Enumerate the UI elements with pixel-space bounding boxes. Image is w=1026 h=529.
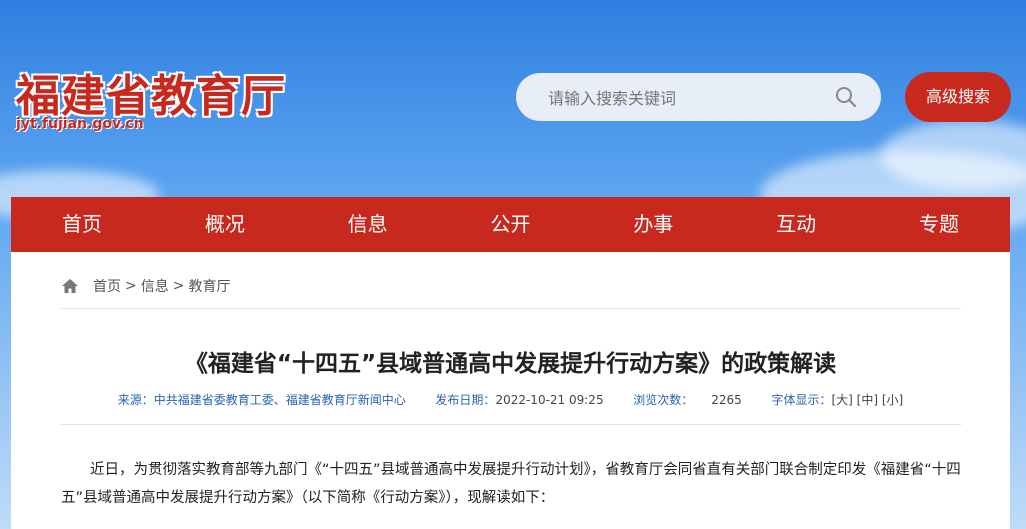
divider [61,424,961,425]
nav-item-interaction[interactable]: 互动 [765,197,827,252]
search-box [516,73,881,123]
advanced-search-button[interactable]: 高级搜索 [905,72,1011,122]
site-logo[interactable]: 福建省教育厅 [16,60,286,124]
search-icon[interactable] [835,86,857,108]
nav-item-info[interactable]: 信息 [337,197,399,252]
nav-item-services[interactable]: 办事 [622,197,684,252]
nav-item-topics[interactable]: 专题 [908,197,970,252]
nav-item-home[interactable]: 首页 [51,197,113,252]
nav-item-overview[interactable]: 概况 [194,197,256,252]
breadcrumb-home[interactable]: 首页 [93,276,121,296]
font-size-label: 字体显示： [771,393,832,407]
source-label: 来源： [117,393,154,407]
date-value: 2022-10-21 09:25 [495,393,604,407]
home-icon [62,279,78,293]
article-body: 近日，为贯彻落实教育部等九部门《“十四五”县域普通高中发展提升行动计划》，省教育… [61,462,961,506]
breadcrumb-separator: > [125,278,137,294]
divider [61,308,961,309]
breadcrumb-department[interactable]: 教育厅 [188,276,230,296]
views-value: 2265 [711,393,742,407]
article-container: 首页 > 信息 > 教育厅 《福建省“十四五”县域普通高中发展提升行动方案》的政… [11,252,1010,529]
font-large-button[interactable]: [大] [831,393,852,407]
date-label: 发布日期： [435,393,496,407]
search-input[interactable] [546,73,835,123]
source-value: 中共福建省委教育工委、福建省教育厅新闻中心 [153,393,406,407]
site-header: 福建省教育厅 jyt.fujian.gov.cn 高级搜索 [0,0,1026,197]
breadcrumb-info[interactable]: 信息 [141,276,169,296]
breadcrumb: 首页 > 信息 > 教育厅 [61,276,230,296]
article-meta: 来源：中共福建省委教育工委、福建省教育厅新闻中心 发布日期：2022-10-21… [11,391,1010,408]
font-medium-button[interactable]: [中] [857,393,878,407]
font-small-button[interactable]: [小] [882,393,903,407]
nav-item-public[interactable]: 公开 [479,197,541,252]
article-title: 《福建省“十四五”县域普通高中发展提升行动方案》的政策解读 [184,351,837,377]
main-nav: 首页 概况 信息 公开 办事 互动 专题 [11,197,1010,252]
breadcrumb-separator: > [172,278,185,294]
views-label: 浏览次数： [633,393,694,407]
site-domain: jyt.fujian.gov.cn [16,116,144,132]
